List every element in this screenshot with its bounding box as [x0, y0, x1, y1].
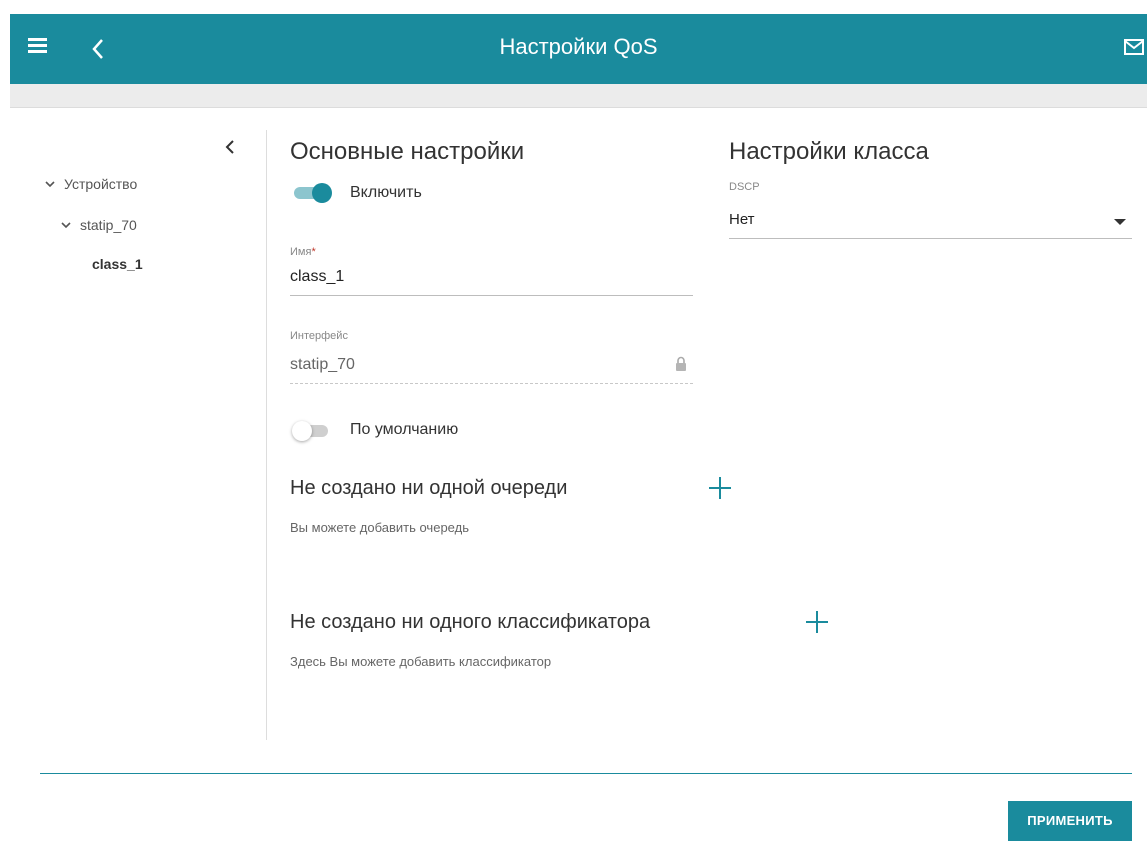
envelope-icon[interactable]	[1123, 36, 1145, 58]
name-field[interactable]: class_1	[290, 262, 693, 296]
tree-item-class[interactable]: class_1	[92, 256, 143, 272]
dscp-select-value: Нет	[729, 211, 755, 228]
classifiers-empty-title: Не создано ни одного классификатора	[290, 611, 651, 633]
name-field-value: class_1	[290, 268, 345, 285]
chevron-down-icon	[45, 181, 55, 188]
sub-header-bar	[10, 84, 1147, 108]
enable-toggle[interactable]	[292, 182, 332, 203]
enable-toggle-label: Включить	[350, 184, 422, 201]
basic-settings-heading: Основные настройки	[290, 138, 525, 165]
default-toggle-label: По умолчанию	[350, 421, 459, 438]
interface-field-label: Интерфейс	[290, 330, 348, 342]
chevron-down-icon	[61, 222, 71, 229]
add-classifier-plus-icon[interactable]	[806, 611, 828, 633]
lock-icon	[676, 356, 686, 371]
page-title: Настройки QoS	[499, 34, 658, 59]
tree-item-label: Устройство	[64, 176, 138, 192]
class-settings-heading: Настройки класса	[729, 138, 929, 165]
classifiers-hint: Здесь Вы можете добавить классификатор	[290, 654, 552, 669]
apply-button[interactable]: ПРИМЕНИТЬ	[1008, 801, 1132, 841]
tree-item-device[interactable]: Устройство	[44, 176, 137, 192]
tree-item-label: statip_70	[80, 217, 137, 233]
tree-item-label: class_1	[92, 256, 143, 272]
footer-divider	[40, 773, 1132, 774]
tree-item-interface[interactable]: statip_70	[60, 217, 137, 233]
default-toggle[interactable]	[292, 420, 332, 441]
name-field-label: Имя*	[290, 246, 316, 258]
collapse-tree-chevron-icon[interactable]	[222, 136, 238, 158]
interface-field: statip_70	[290, 350, 693, 384]
dscp-field-label: DSCP	[729, 181, 760, 193]
interface-field-value: statip_70	[290, 356, 355, 373]
vertical-divider	[266, 130, 267, 740]
top-bar: Настройки QoS	[10, 14, 1147, 84]
queues-hint: Вы можете добавить очередь	[290, 520, 469, 535]
queues-empty-title: Не создано ни одной очереди	[290, 477, 568, 499]
dropdown-arrow-icon	[1114, 219, 1126, 225]
dscp-select[interactable]: Нет	[729, 205, 1132, 239]
add-queue-plus-icon[interactable]	[709, 477, 731, 499]
